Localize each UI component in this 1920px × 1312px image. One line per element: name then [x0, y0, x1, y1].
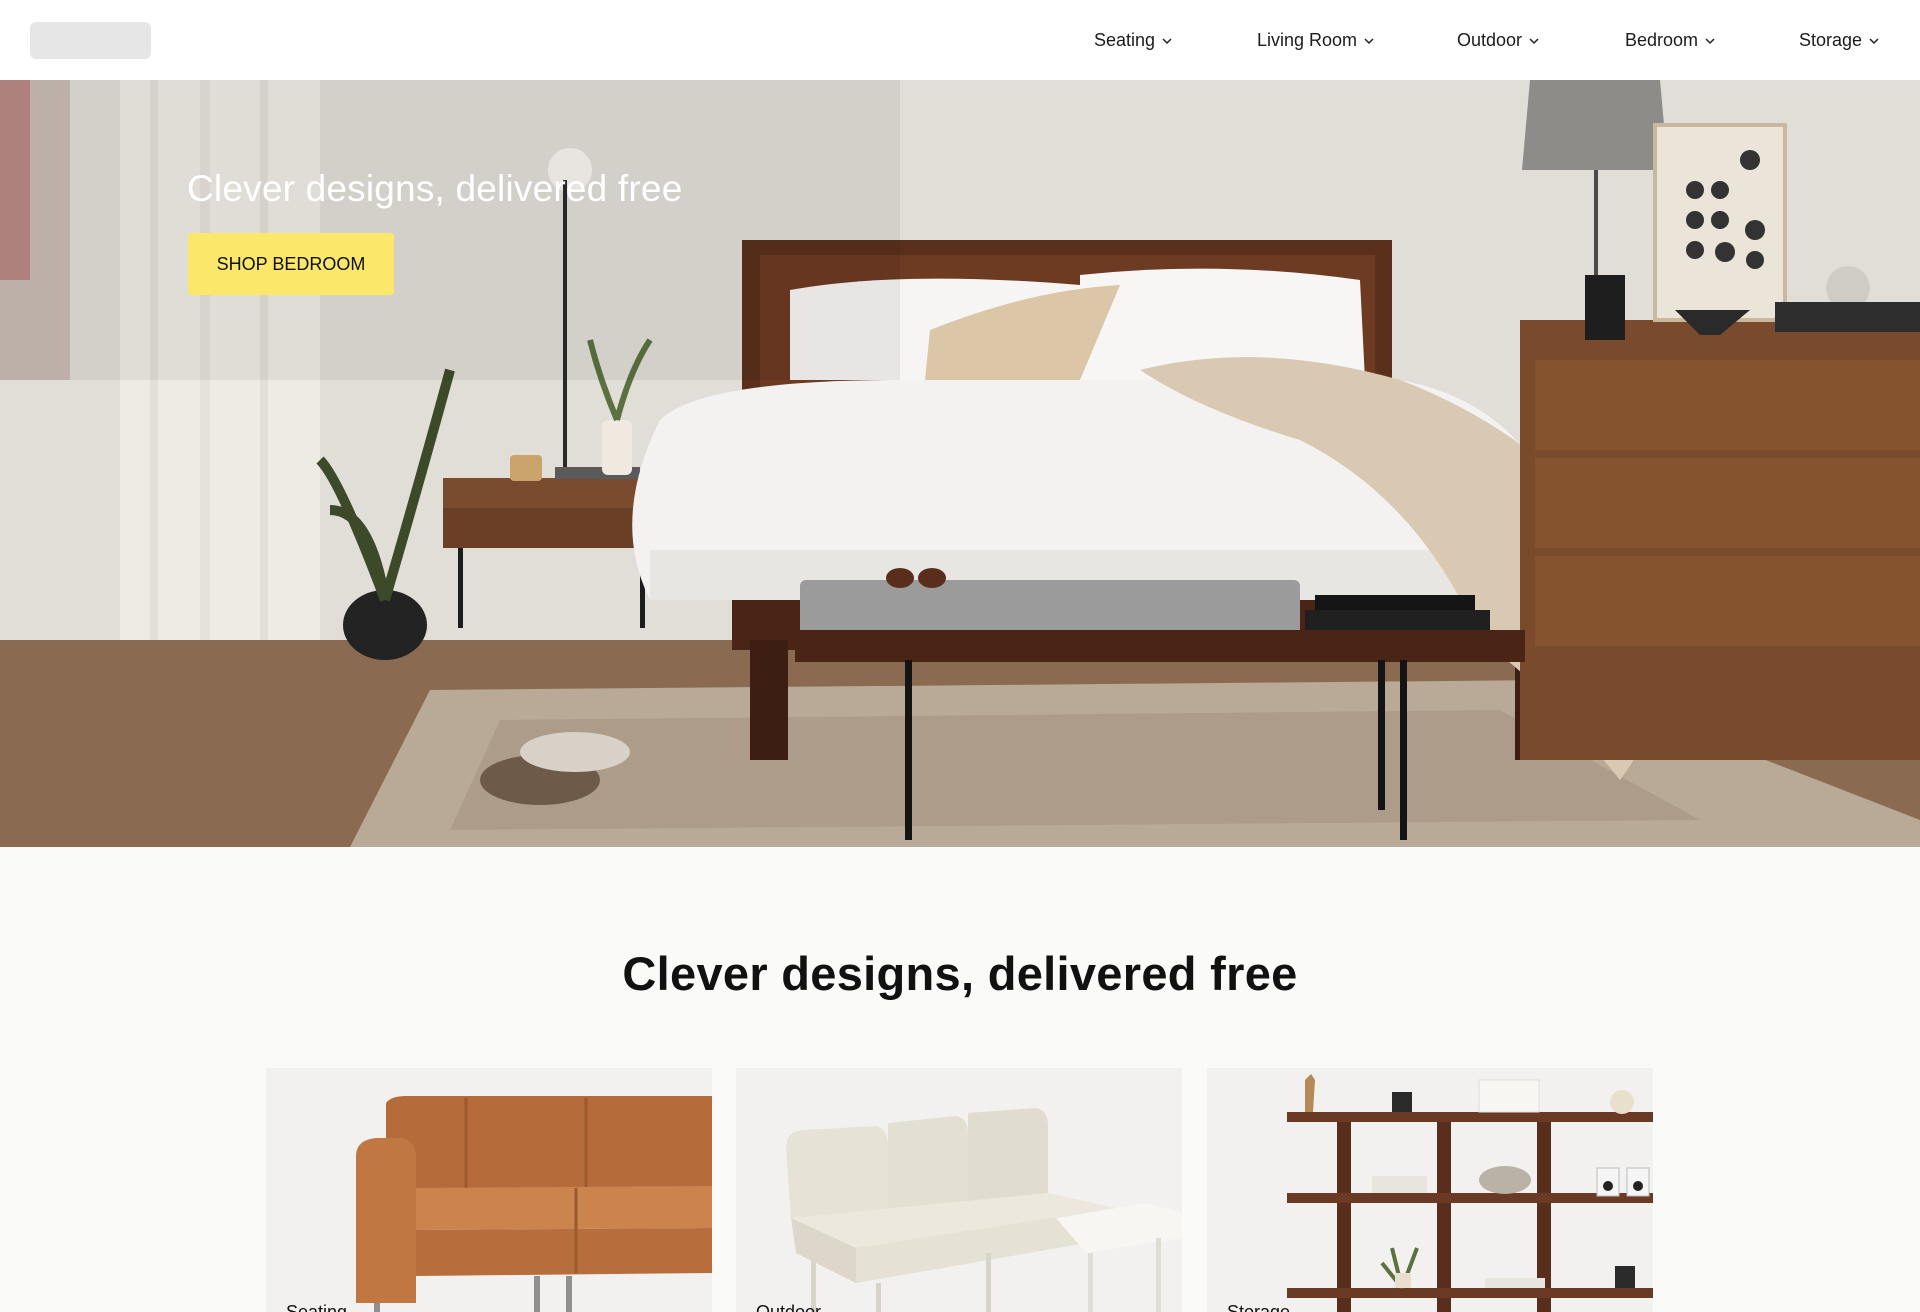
shop-bedroom-button[interactable]: SHOP BEDROOM — [188, 233, 394, 295]
nav-item-living-room[interactable]: Living Room — [1257, 30, 1375, 51]
logo[interactable] — [30, 22, 151, 59]
nav-item-bedroom[interactable]: Bedroom — [1625, 30, 1716, 51]
category-card-storage[interactable]: Storage — [1207, 1068, 1653, 1312]
outdoor-sofa-image — [736, 1068, 1182, 1312]
site-header: Seating Living Room Outdoor Bedroom Stor… — [0, 0, 1920, 80]
chevron-down-icon — [1364, 37, 1374, 44]
nav-item-label: Seating — [1094, 30, 1156, 50]
bookshelf-image — [1207, 1068, 1653, 1312]
category-card-outdoor[interactable]: Outdoor — [736, 1068, 1182, 1312]
chevron-down-icon — [1705, 37, 1715, 44]
section-title: Clever designs, delivered free — [622, 947, 1298, 1000]
nav-item-outdoor[interactable]: Outdoor — [1457, 30, 1540, 51]
nav-item-label: Living Room — [1257, 30, 1358, 50]
chevron-down-icon — [1869, 37, 1879, 44]
nav-item-label: Bedroom — [1625, 30, 1699, 50]
leather-sofa-image — [266, 1068, 712, 1312]
chevron-down-icon — [1529, 37, 1539, 44]
nav-item-storage[interactable]: Storage — [1799, 30, 1880, 51]
nav-item-seating[interactable]: Seating — [1094, 30, 1173, 51]
nav-item-label: Storage — [1799, 30, 1863, 50]
hero-title: Clever designs, delivered free — [187, 168, 683, 209]
hero-banner: Clever designs, delivered free SHOP BEDR… — [0, 80, 1920, 847]
category-card-seating[interactable]: Seating — [266, 1068, 712, 1312]
card-label: Outdoor — [756, 1302, 822, 1312]
chevron-down-icon — [1162, 37, 1172, 44]
nav-item-label: Outdoor — [1457, 30, 1523, 50]
card-label: Seating — [286, 1302, 348, 1312]
card-label: Storage — [1227, 1302, 1291, 1312]
